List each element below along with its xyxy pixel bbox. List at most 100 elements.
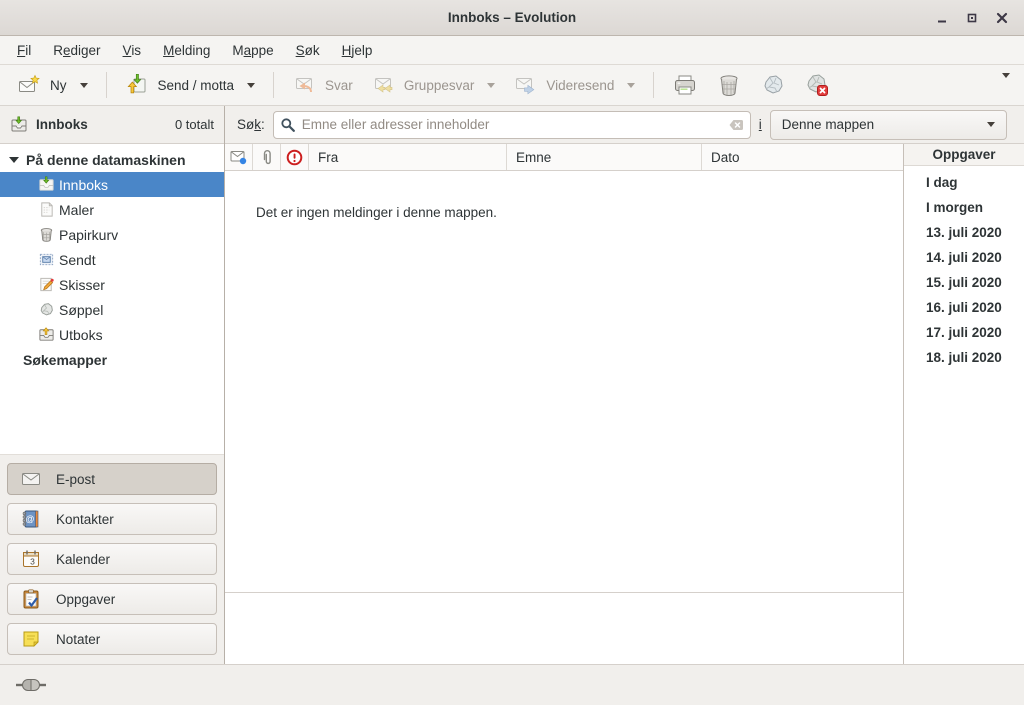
sidebar-item-utboks[interactable]: Utboks (0, 322, 224, 347)
task-group-today[interactable]: I dag (904, 170, 1024, 195)
sidebar-item-skisser[interactable]: Skisser (0, 272, 224, 297)
trash-icon (716, 72, 742, 98)
column-subject[interactable]: Emne (507, 144, 702, 170)
folder-tree: På denne datamaskinen Innboks (0, 144, 224, 454)
send-receive-label: Send / motta (158, 78, 235, 93)
clear-search-button[interactable] (728, 117, 744, 133)
chevron-down-icon (1002, 73, 1010, 93)
switcher-memos-button[interactable]: Notater (7, 623, 217, 655)
chevron-down-icon[interactable] (80, 83, 88, 88)
sent-icon (38, 251, 55, 268)
memos-icon (19, 627, 43, 651)
print-button[interactable] (663, 67, 707, 103)
close-button[interactable] (990, 6, 1014, 30)
sidebar-item-maler[interactable]: Maler (0, 197, 224, 222)
switcher-tasks-button[interactable]: Oppgaver (7, 583, 217, 615)
tree-root-label: På denne datamaskinen (26, 152, 186, 168)
sidebar-item-papirkurv[interactable]: Papirkurv (0, 222, 224, 247)
search-scope-dropdown[interactable]: Denne mappen (770, 110, 1007, 140)
task-group-date[interactable]: 14. juli 2020 (904, 245, 1024, 270)
switcher-mail-button[interactable]: E-post (7, 463, 217, 495)
message-list-body[interactable]: Det er ingen meldinger i denne mappen. (225, 171, 903, 592)
menu-rediger[interactable]: Rediger (42, 38, 111, 63)
delete-button[interactable] (707, 67, 751, 103)
task-group-date[interactable]: 13. juli 2020 (904, 220, 1024, 245)
task-pane-header-label: Oppgaver (932, 147, 995, 162)
chevron-down-icon[interactable] (247, 83, 255, 88)
search-input[interactable] (302, 117, 722, 132)
task-group-date[interactable]: 16. juli 2020 (904, 295, 1024, 320)
message-status-icon (230, 150, 247, 165)
column-subject-label: Emne (516, 150, 551, 165)
task-group-date[interactable]: 17. juli 2020 (904, 320, 1024, 345)
chevron-down-icon[interactable] (487, 83, 495, 88)
chevron-down-icon[interactable] (627, 83, 635, 88)
reply-button[interactable]: Svar (283, 68, 362, 102)
not-junk-icon (804, 72, 830, 98)
search-scope-value: Denne mappen (782, 117, 874, 132)
switcher-contacts-label: Kontakter (56, 512, 114, 527)
task-pane-header[interactable]: Oppgaver (904, 144, 1024, 166)
status-bar (0, 664, 1024, 705)
column-status[interactable] (225, 144, 253, 170)
send-receive-icon (125, 73, 149, 97)
menu-fil[interactable]: Fil (6, 38, 42, 63)
chevron-down-icon (987, 122, 995, 127)
menu-vis[interactable]: Vis (112, 38, 153, 63)
junk-icon (760, 72, 786, 98)
trash-icon (38, 226, 55, 243)
calendar-icon: 3 (19, 547, 43, 571)
current-folder-name: Innboks (36, 117, 88, 132)
send-receive-button[interactable]: Send / motta (116, 68, 265, 102)
switcher-contacts-button[interactable]: @ Kontakter (7, 503, 217, 535)
maximize-button[interactable] (960, 6, 984, 30)
column-date[interactable]: Dato (702, 144, 903, 170)
tree-root-this-computer[interactable]: På denne datamaskinen (0, 147, 224, 172)
sidebar-item-label: Maler (59, 202, 94, 218)
sidebar-item-sendt[interactable]: Sendt (0, 247, 224, 272)
not-junk-button[interactable] (795, 67, 839, 103)
forward-button[interactable]: Videresend (504, 68, 644, 102)
minimize-button[interactable] (930, 6, 954, 30)
inbox-icon (10, 116, 28, 134)
junk-button[interactable] (751, 67, 795, 103)
menu-melding[interactable]: Melding (152, 38, 221, 63)
templates-icon (38, 201, 55, 218)
online-plug-icon (16, 678, 46, 692)
toolbar-overflow-button[interactable] (996, 72, 1016, 99)
menu-sok[interactable]: Søk (285, 38, 331, 63)
menu-hjelp[interactable]: Hjelp (331, 38, 384, 63)
forward-label: Videresend (546, 78, 614, 93)
search-folders-label: Søkemapper (23, 352, 107, 368)
group-reply-button[interactable]: Gruppesvar (362, 68, 505, 102)
sidebar-item-sokemapper[interactable]: Søkemapper (0, 347, 224, 372)
view-switcher: E-post @ Kontakter (0, 454, 224, 664)
new-message-button[interactable]: Ny (8, 68, 97, 102)
switcher-mail-label: E-post (56, 472, 95, 487)
column-priority[interactable] (281, 144, 309, 170)
online-status-button[interactable] (14, 676, 48, 694)
column-attachment[interactable] (253, 144, 281, 170)
sidebar-item-innboks[interactable]: Innboks (0, 172, 224, 197)
toolbar-separator (106, 72, 107, 98)
task-group-tomorrow[interactable]: I morgen (904, 195, 1024, 220)
window-controls (930, 6, 1024, 30)
toolbar-separator (653, 72, 654, 98)
preview-pane (225, 592, 903, 664)
reply-icon (292, 73, 316, 97)
folder-message-count: 0 totalt (175, 117, 214, 132)
paperclip-icon (260, 149, 274, 166)
column-from-label: Fra (318, 150, 338, 165)
task-group-date[interactable]: 18. juli 2020 (904, 345, 1024, 370)
contacts-icon: @ (19, 507, 43, 531)
sidebar-item-label: Sendt (59, 252, 96, 268)
menu-mappe[interactable]: Mappe (221, 38, 284, 63)
evolution-window: Innboks – Evolution Fil Rediger Vis Meld… (0, 0, 1024, 705)
expander-triangle-icon[interactable] (9, 157, 19, 163)
sidebar-item-label: Utboks (59, 327, 103, 343)
sidebar-item-soppel[interactable]: Søppel (0, 297, 224, 322)
task-group-date[interactable]: 15. juli 2020 (904, 270, 1024, 295)
switcher-calendar-button[interactable]: 3 Kalender (7, 543, 217, 575)
switcher-calendar-label: Kalender (56, 552, 110, 567)
column-from[interactable]: Fra (309, 144, 507, 170)
